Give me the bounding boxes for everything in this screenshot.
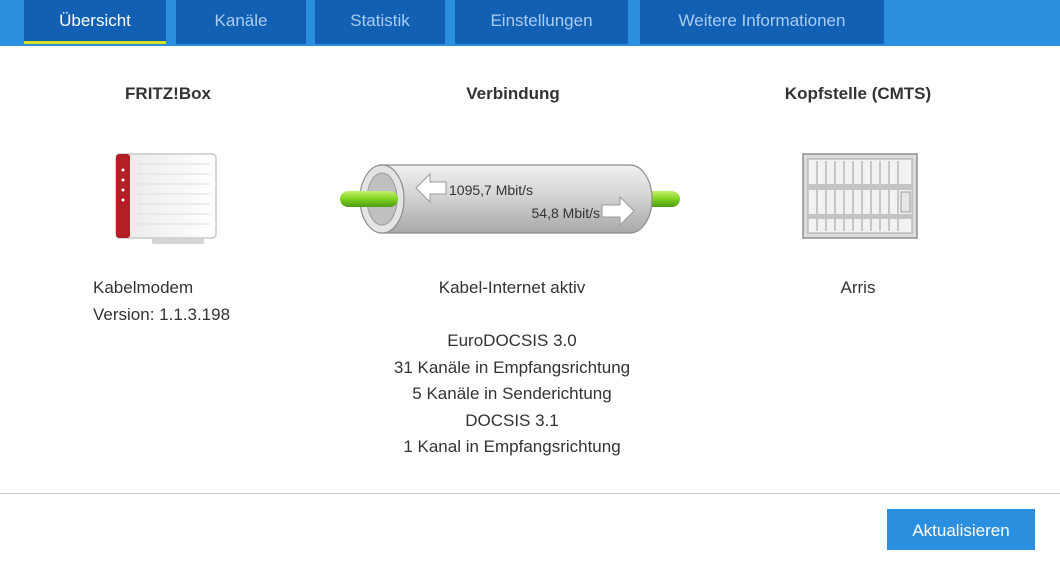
tab-statistik[interactable]: Statistik bbox=[315, 0, 445, 44]
cmts-vendor: Arris bbox=[840, 278, 876, 297]
router-icon bbox=[115, 153, 217, 244]
downstream-rate: 1095,7 Mbit/s bbox=[449, 182, 533, 198]
tab-weitere-informationen[interactable]: Weitere Informationen bbox=[640, 0, 884, 44]
detail-line: 5 Kanäle in Senderichtung bbox=[412, 384, 612, 403]
detail-line: 1 Kanal in Empfangsrichtung bbox=[403, 437, 621, 456]
connection-status: Kabel-Internet aktiv bbox=[438, 278, 586, 297]
server-rack-icon bbox=[802, 153, 918, 239]
detail-line: EuroDOCSIS 3.0 bbox=[447, 331, 577, 350]
cable-pipe-icon: 1095,7 Mbit/s 54,8 Mbit/s bbox=[340, 164, 680, 234]
fritzbox-version: Version: 1.1.3.198 bbox=[93, 305, 231, 324]
fritzbox-type: Kabelmodem bbox=[93, 278, 194, 297]
cmts-title: Kopfstelle (CMTS) bbox=[784, 84, 932, 103]
detail-line: DOCSIS 3.1 bbox=[465, 411, 559, 430]
tab-bar: Übersicht Kanäle Statistik Einstellungen… bbox=[0, 0, 1060, 46]
footer-divider bbox=[0, 493, 1060, 494]
upstream-rate: 54,8 Mbit/s bbox=[532, 205, 600, 221]
detail-line: 31 Kanäle in Empfangsrichtung bbox=[393, 358, 631, 377]
fritzbox-title: FRITZ!Box bbox=[125, 84, 211, 103]
tab-einstellungen[interactable]: Einstellungen bbox=[455, 0, 628, 44]
refresh-button[interactable]: Aktualisieren bbox=[887, 509, 1035, 550]
tab-uebersicht[interactable]: Übersicht bbox=[24, 0, 166, 44]
tab-kanaele[interactable]: Kanäle bbox=[176, 0, 306, 44]
connection-title: Verbindung bbox=[466, 84, 560, 103]
